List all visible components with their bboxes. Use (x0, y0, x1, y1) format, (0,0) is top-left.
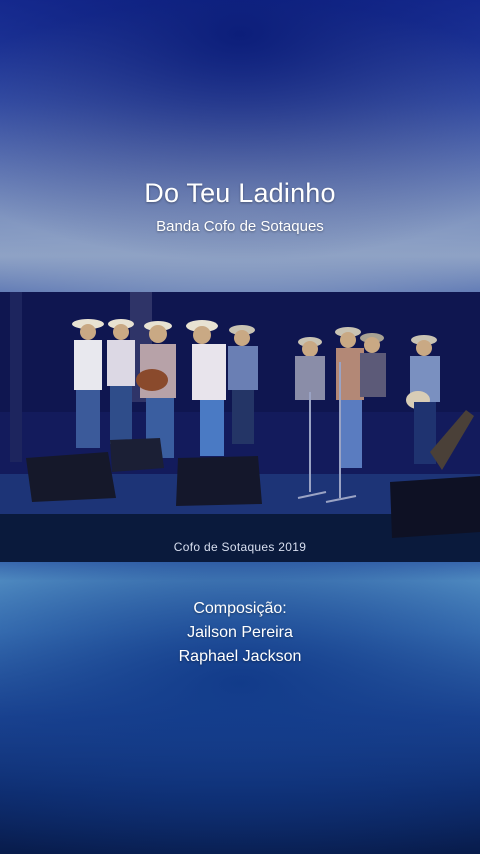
stage-photo: Cofo de Sotaques 2019 (0, 292, 480, 562)
side-truss (10, 292, 22, 462)
credits: Composição: Jailson Pereira Raphael Jack… (0, 597, 480, 669)
stage-illustration (0, 292, 480, 562)
band-name: Banda Cofo de Sotaques (156, 218, 324, 235)
photo-caption: Cofo de Sotaques 2019 (173, 540, 307, 554)
song-title: Do Teu Ladinho (144, 178, 336, 208)
composer-2: Raphael Jackson (178, 648, 302, 665)
composer-1: Jailson Pereira (187, 624, 293, 641)
credits-heading: Composição: (193, 600, 287, 617)
